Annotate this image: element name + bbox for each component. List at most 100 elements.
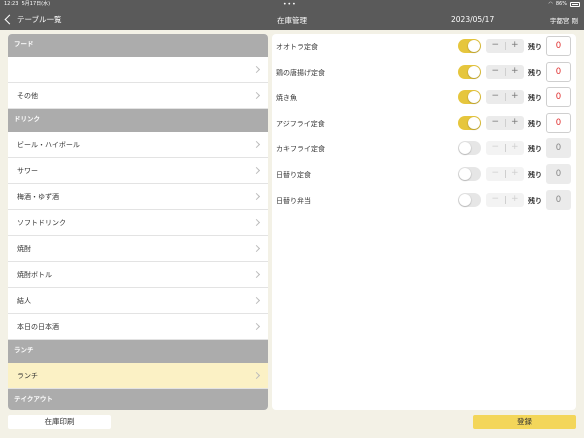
chevron-right-icon	[252, 65, 261, 74]
chevron-right-icon	[252, 322, 261, 331]
plus-button[interactable]: +	[505, 167, 524, 181]
toggle-knob	[459, 168, 471, 180]
section-header: ドリンク	[8, 109, 268, 132]
minus-button[interactable]: −	[486, 90, 505, 104]
category-row[interactable]: ランチ	[8, 363, 268, 389]
plus-button[interactable]: +	[505, 193, 524, 207]
quantity-field[interactable]: 0	[546, 112, 571, 133]
category-row[interactable]: 焼酎ボトル	[8, 262, 268, 288]
remaining-label: 残り	[528, 68, 542, 77]
wifi-icon: ◠	[548, 1, 553, 7]
category-row[interactable]: ソフトドリンク	[8, 210, 268, 236]
plus-button[interactable]: +	[505, 141, 524, 155]
category-row[interactable]: 結人	[8, 288, 268, 314]
remaining-label: 残り	[528, 119, 542, 128]
category-label: ソフトドリンク	[17, 218, 66, 227]
item-toggle[interactable]	[458, 64, 481, 79]
category-row[interactable]: 本日の日本酒	[8, 314, 268, 340]
item-name: カキフライ定食	[276, 145, 325, 154]
toggle-knob	[468, 116, 480, 129]
item-toggle[interactable]	[458, 90, 481, 105]
header-date: 2023/05/17	[451, 15, 495, 24]
chevron-right-icon	[252, 296, 261, 305]
plus-button[interactable]: +	[505, 116, 524, 130]
remaining-label: 残り	[528, 196, 542, 205]
category-label: 本日の日本酒	[17, 322, 59, 331]
quantity-field[interactable]: 0	[546, 164, 571, 184]
battery-icon	[570, 2, 580, 7]
category-label: ランチ	[17, 371, 38, 380]
quantity-field[interactable]: 0	[546, 87, 571, 108]
page-title: 在庫管理	[277, 16, 307, 25]
user-name: 宇都宮 剛	[549, 17, 578, 25]
chevron-right-icon	[252, 244, 261, 253]
category-row[interactable]	[8, 57, 268, 83]
item-toggle[interactable]	[458, 115, 481, 130]
quantity-field[interactable]: 0	[546, 61, 571, 82]
item-toggle[interactable]	[458, 167, 481, 181]
category-row[interactable]: サワー	[8, 158, 268, 184]
toggle-knob	[468, 40, 480, 52]
nav-bar: テーブル一覧 在庫管理 2023/05/17 宇都宮 剛	[0, 9, 584, 30]
item-row: 鶏の唐揚げ定食 − + 残り 0	[272, 60, 576, 86]
item-toggle[interactable]	[458, 192, 481, 207]
status-bar: 12:23 5月17日(水) ••• ◠ 86%	[0, 0, 584, 9]
minus-button[interactable]: −	[486, 39, 505, 53]
quantity-field[interactable]: 0	[546, 36, 571, 56]
category-list: フードその他ドリンク ビール・ハイボールサワー梅酒・ゆず酒 ソフトドリンク 焼酎焼酎ボ…	[8, 34, 268, 410]
category-label: 結人	[17, 296, 31, 305]
toggle-knob	[459, 142, 471, 155]
print-inventory-button[interactable]: 在庫印刷	[8, 415, 111, 429]
remaining-label: 残り	[528, 43, 542, 51]
minus-button[interactable]: −	[486, 141, 505, 155]
item-row: 日替り弁当 − + 残り 0	[272, 188, 576, 214]
quantity-field[interactable]: 0	[546, 138, 571, 159]
category-row[interactable]: その他	[8, 83, 268, 109]
category-row[interactable]: ビール・ハイボール	[8, 132, 268, 158]
quantity-stepper: − +	[486, 115, 524, 130]
category-label: 焼酎	[17, 244, 31, 253]
item-list: オオトラ定食 − + 残り 0 鶏の唐揚げ定食 − + 残り 0 焼き魚 − + 残り 0 アジフライ定食 − +…	[272, 34, 576, 410]
remaining-label: 残り	[528, 171, 542, 179]
item-row: アジフライ定食 − + 残り 0	[272, 111, 576, 137]
status-right: ◠ 86%	[548, 0, 580, 9]
category-label: サワー	[17, 166, 38, 175]
category-label: 焼酎ボトル	[17, 270, 52, 279]
item-name: 日替り定食	[276, 171, 311, 179]
quantity-stepper: − +	[486, 90, 524, 105]
item-row: 日替り定食 − + 残り 0	[272, 162, 576, 188]
chevron-right-icon	[252, 140, 261, 149]
item-row: オオトラ定食 − + 残り 0	[272, 34, 576, 60]
category-label: その他	[17, 91, 38, 100]
minus-button[interactable]: −	[486, 167, 505, 181]
chevron-right-icon	[252, 192, 261, 201]
register-button[interactable]: 登録	[473, 415, 576, 429]
quantity-stepper: − +	[486, 192, 524, 207]
plus-button[interactable]: +	[505, 65, 524, 79]
item-toggle[interactable]	[458, 141, 481, 156]
battery-percent: 86%	[555, 1, 567, 7]
quantity-stepper: − +	[486, 64, 524, 79]
item-toggle[interactable]	[458, 39, 481, 53]
minus-button[interactable]: −	[486, 193, 505, 207]
item-name: 日替り弁当	[276, 196, 311, 205]
section-header: フード	[8, 34, 268, 57]
category-row[interactable]: 梅酒・ゆず酒	[8, 184, 268, 210]
plus-button[interactable]: +	[505, 39, 524, 53]
quantity-field[interactable]: 0	[546, 189, 571, 210]
multitasking-dots-icon[interactable]: •••	[283, 0, 297, 9]
minus-button[interactable]: −	[486, 65, 505, 79]
chevron-right-icon	[252, 91, 261, 100]
toggle-knob	[468, 91, 480, 104]
item-name: 焼き魚	[276, 94, 297, 103]
category-row[interactable]: 焼酎	[8, 236, 268, 262]
plus-button[interactable]: +	[505, 90, 524, 104]
quantity-stepper: − +	[486, 141, 524, 156]
quantity-stepper: − +	[486, 39, 524, 53]
status-time: 12:23 5月17日(水)	[4, 1, 51, 7]
minus-button[interactable]: −	[486, 116, 505, 130]
toggle-knob	[459, 193, 471, 206]
section-header: テイクアウト	[8, 389, 268, 410]
category-label: 梅酒・ゆず酒	[17, 192, 59, 201]
section-header: ランチ	[8, 340, 268, 363]
